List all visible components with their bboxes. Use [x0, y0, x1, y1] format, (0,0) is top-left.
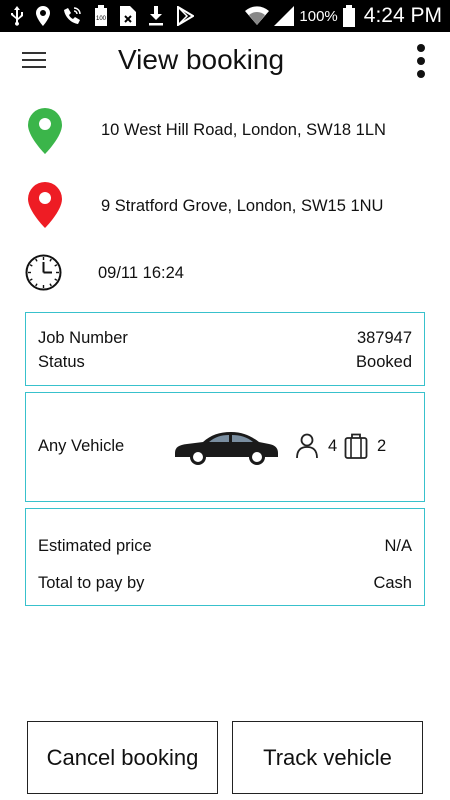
- job-number-value: 387947: [356, 329, 412, 347]
- track-vehicle-button[interactable]: Track vehicle: [232, 721, 423, 794]
- payment-method-label: Total to pay by: [38, 574, 145, 592]
- notification-icons: 100: [10, 5, 194, 27]
- status-row: Status Booked: [38, 353, 412, 372]
- status-label: Status: [38, 353, 85, 371]
- status-value: Booked: [356, 353, 412, 371]
- sim-card-icon: [120, 6, 136, 26]
- car-icon: [175, 432, 278, 465]
- payment-method-value: Cash: [373, 574, 412, 592]
- usb-icon: [11, 6, 23, 26]
- luggage-icon: [344, 433, 368, 459]
- play-store-icon: [177, 6, 194, 26]
- battery-percent: 100%: [299, 7, 338, 25]
- passenger-count: 4: [328, 437, 338, 455]
- system-indicators: 100% 4:24 PM: [245, 0, 442, 32]
- clock-time: 4:24 PM: [363, 4, 442, 27]
- dropoff-address: 9 Stratford Grove, London, SW15 1NU: [101, 197, 384, 215]
- job-number-row: Job Number 387947: [38, 329, 412, 348]
- price-card: Estimated price N/A Total to pay by Cash: [25, 508, 425, 606]
- pickup-row: 10 West Hill Road, London, SW18 1LN: [0, 104, 450, 156]
- clock-icon: [25, 254, 62, 291]
- datetime-row: 09/11 16:24: [0, 252, 450, 292]
- estimated-price-label: Estimated price: [38, 537, 152, 555]
- job-number-label: Job Number: [38, 329, 128, 347]
- location-icon: [36, 6, 50, 26]
- booking-datetime: 09/11 16:24: [98, 264, 184, 282]
- hamburger-menu-icon[interactable]: [22, 52, 46, 70]
- payment-method-row: Total to pay by Cash: [38, 574, 412, 593]
- svg-text:100: 100: [96, 16, 107, 22]
- luggage-count: 2: [377, 437, 387, 455]
- wifi-icon: [245, 6, 270, 26]
- vehicle-card: Any Vehicle 4 2: [25, 392, 425, 502]
- signal-icon: [274, 6, 295, 26]
- vehicle-type-label: Any Vehicle: [38, 437, 125, 455]
- passenger-icon: [296, 433, 318, 459]
- more-vertical-icon[interactable]: [414, 44, 428, 78]
- wifi-calling-icon: [64, 7, 81, 24]
- cancel-booking-button[interactable]: Cancel booking: [27, 721, 218, 794]
- status-bar: 100 100% 4:24 PM: [0, 0, 450, 32]
- pickup-location-pin-icon: [28, 108, 62, 154]
- job-info-card: Job Number 387947 Status Booked: [25, 312, 425, 386]
- dropoff-location-pin-icon: [28, 182, 62, 228]
- download-icon: [149, 6, 163, 26]
- estimated-price-row: Estimated price N/A: [38, 537, 412, 556]
- app-bar: View booking: [0, 32, 450, 92]
- battery-icon: [342, 5, 355, 27]
- estimated-price-value: N/A: [384, 537, 412, 555]
- pickup-address: 10 West Hill Road, London, SW18 1LN: [101, 121, 386, 139]
- page-title: View booking: [118, 44, 285, 75]
- battery-saver-icon: 100: [95, 5, 107, 26]
- dropoff-row: 9 Stratford Grove, London, SW15 1NU: [0, 180, 450, 232]
